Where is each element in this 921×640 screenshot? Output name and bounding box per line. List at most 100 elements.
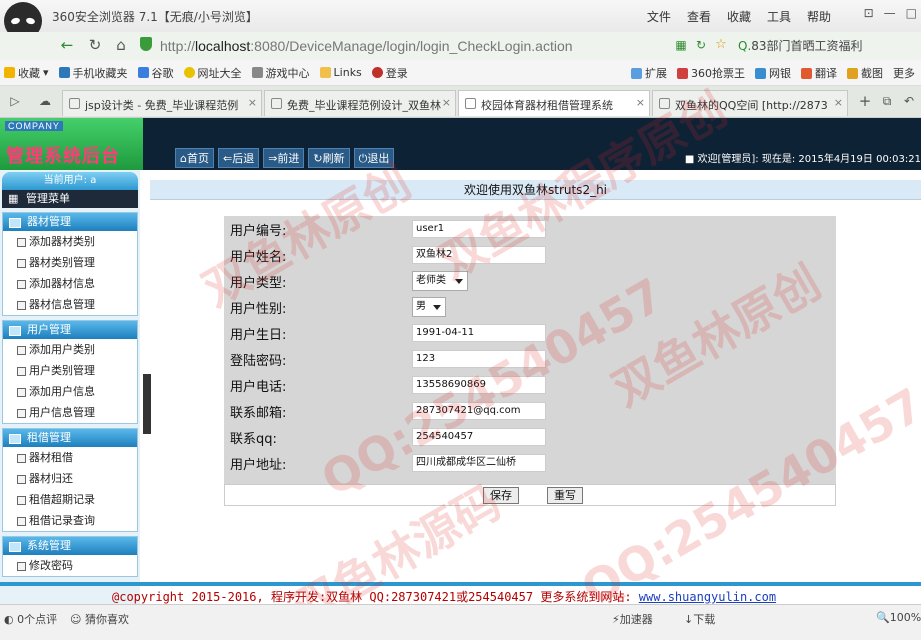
translate-button[interactable]: 翻译: [801, 65, 837, 81]
status-line: ■ 欢迎[管理员]: 现在是: 2015年4月19日 00:03:21: [684, 154, 921, 165]
group-title[interactable]: 系统管理: [3, 537, 137, 555]
refresh-green-icon[interactable]: ↻: [692, 36, 710, 54]
minimize-icon[interactable]: —: [884, 6, 896, 20]
fav-google[interactable]: 谷歌: [137, 65, 174, 81]
group-users: 用户管理 添加用户类别 用户类别管理 添加用户信息 用户信息管理: [2, 320, 138, 424]
search-input[interactable]: Q.83部门首晒工资福利: [738, 36, 918, 56]
back-arrow-icon[interactable]: ←: [58, 36, 76, 54]
sidebar-item-manage-user-type[interactable]: 用户类别管理: [3, 360, 137, 381]
ext-button[interactable]: 扩展: [631, 65, 667, 81]
save-button[interactable]: 保存: [483, 487, 519, 504]
qq-field[interactable]: 254540457: [412, 428, 546, 446]
tab-qq-space[interactable]: 双鱼林的QQ空间 [http://2873 ×: [652, 90, 848, 116]
password-field[interactable]: 123: [412, 350, 546, 368]
star-icon[interactable]: ☆: [712, 36, 730, 54]
close-icon[interactable]: ×: [442, 96, 451, 109]
fav-mobile[interactable]: 手机收藏夹: [58, 65, 128, 81]
sidebar-item-rent[interactable]: 器材租借: [3, 447, 137, 468]
sidebar-item-manage-equipment-type[interactable]: 器材类别管理: [3, 252, 137, 273]
window-controls: ⊡ — □: [864, 6, 917, 20]
gender-select[interactable]: 男: [412, 297, 446, 317]
field-label: 用户姓名:: [230, 250, 287, 265]
sidebar-item-overdue[interactable]: 租借超期记录: [3, 489, 137, 510]
group-title[interactable]: 器材管理: [3, 213, 137, 231]
undo-close-icon[interactable]: ↶: [900, 92, 918, 110]
ticket-button[interactable]: 360抢票王: [677, 65, 745, 81]
logout-button[interactable]: ⏻退出: [353, 148, 395, 168]
menu-file[interactable]: 文件: [647, 8, 671, 25]
fav-collect[interactable]: 收藏 ▾: [4, 65, 49, 81]
home-button[interactable]: ⌂首页: [175, 148, 214, 168]
group-title[interactable]: 租借管理: [3, 429, 137, 447]
sidebar-toggle-icon[interactable]: ▷: [6, 92, 24, 110]
sidebar-item-rental-query[interactable]: 租借记录查询: [3, 510, 137, 531]
forward-button[interactable]: ⇒前进: [263, 148, 305, 168]
phone-field[interactable]: 13558690869: [412, 376, 546, 394]
sidebar-item-change-password[interactable]: 修改密码: [3, 555, 137, 576]
fav-login[interactable]: 登录: [371, 65, 408, 81]
new-tab-icon[interactable]: +: [856, 92, 874, 110]
tab-jsp-design[interactable]: jsp设计类 - 免费_毕业课程范例 ×: [62, 90, 262, 116]
menu-favorites[interactable]: 收藏: [727, 8, 751, 25]
sidebar-item-add-equipment[interactable]: 添加器材信息: [3, 273, 137, 294]
ext-label: 截图: [861, 67, 883, 80]
fav-label: Links: [333, 66, 362, 79]
group-equipment: 器材管理 添加器材类别 器材类别管理 添加器材信息 器材信息管理: [2, 212, 138, 316]
screenshot-button[interactable]: 截图: [847, 65, 883, 81]
sidebar-item-manage-user[interactable]: 用户信息管理: [3, 402, 137, 423]
website-link[interactable]: www.shuangyulin.com: [639, 590, 776, 604]
refresh-button[interactable]: ↻刷新: [308, 148, 350, 168]
search-icon: Q.: [738, 39, 752, 53]
reset-button[interactable]: 重写: [547, 487, 583, 504]
translate-icon: [801, 67, 812, 79]
sidebar-item-manage-equipment[interactable]: 器材信息管理: [3, 294, 137, 315]
phone-icon: [58, 67, 70, 78]
sidebar-item-add-equipment-type[interactable]: 添加器材类别: [3, 231, 137, 252]
tab-list-icon[interactable]: ⧉: [878, 92, 896, 110]
sidebar-item-add-user-type[interactable]: 添加用户类别: [3, 339, 137, 360]
fav-games[interactable]: 游戏中心: [251, 65, 310, 81]
user-name-field[interactable]: 双鱼林2: [412, 246, 546, 264]
page-icon: [271, 98, 282, 109]
download-status[interactable]: ↓下载: [684, 611, 715, 627]
bank-button[interactable]: 网银: [755, 65, 791, 81]
tab-free-design[interactable]: 免费_毕业课程范例设计_双鱼林 ×: [264, 90, 456, 116]
group-title[interactable]: 用户管理: [3, 321, 137, 339]
menu-header: ▦ 管理菜单: [2, 190, 138, 208]
menu-view[interactable]: 查看: [687, 8, 711, 25]
qr-icon[interactable]: ▦: [672, 36, 690, 54]
birthday-field[interactable]: 1991-04-11: [412, 324, 546, 342]
accelerator-status[interactable]: ⚡加速器: [612, 611, 653, 627]
sidebar-item-add-user[interactable]: 添加用户信息: [3, 381, 137, 402]
google-icon: [137, 67, 149, 78]
copyright-text: @copyright 2015-2016, 程序开发:双鱼林 QQ:287307…: [112, 590, 639, 604]
maximize-icon[interactable]: □: [906, 6, 917, 20]
close-icon[interactable]: ×: [248, 96, 257, 109]
close-icon[interactable]: ×: [636, 96, 645, 109]
menu-help[interactable]: 帮助: [807, 8, 831, 25]
email-field[interactable]: 287307421@qq.com: [412, 402, 546, 420]
fav-links[interactable]: Links: [319, 66, 362, 79]
cloud-icon[interactable]: ☁: [36, 92, 54, 110]
home-icon[interactable]: ⌂: [112, 36, 130, 54]
more-button[interactable]: 更多: [893, 65, 915, 81]
zoom-status[interactable]: 🔍100%: [876, 611, 921, 624]
user-type-select[interactable]: 老师类: [412, 271, 468, 291]
sidebar: 当前用户: a ▦ 管理菜单 器材管理 添加器材类别 器材类别管理 添加器材信息 …: [0, 170, 140, 604]
reload-icon[interactable]: ↻: [86, 36, 104, 54]
comments-status[interactable]: ◐ 0个点评: [4, 611, 57, 627]
tab-equipment-system[interactable]: 校园体育器材租借管理系统 ×: [458, 90, 650, 116]
address-field[interactable]: 四川成都成华区二仙桥: [412, 454, 546, 472]
pin-icon[interactable]: ⊡: [864, 6, 874, 20]
user-id-field[interactable]: user1: [412, 220, 546, 238]
system-title: 管理系统后台: [6, 146, 120, 167]
back-button[interactable]: ⇐后退: [217, 148, 260, 168]
menu-header-label: 管理菜单: [26, 192, 70, 205]
group-system: 系统管理 修改密码: [2, 536, 138, 577]
sidebar-item-return[interactable]: 器材归还: [3, 468, 137, 489]
close-icon[interactable]: ×: [834, 96, 843, 109]
url-input[interactable]: http://localhost:8080/DeviceManage/login…: [160, 36, 680, 56]
fav-portal[interactable]: 网址大全: [183, 65, 242, 81]
guess-status[interactable]: ☺ 猜你喜欢: [70, 611, 129, 627]
menu-tools[interactable]: 工具: [767, 8, 791, 25]
